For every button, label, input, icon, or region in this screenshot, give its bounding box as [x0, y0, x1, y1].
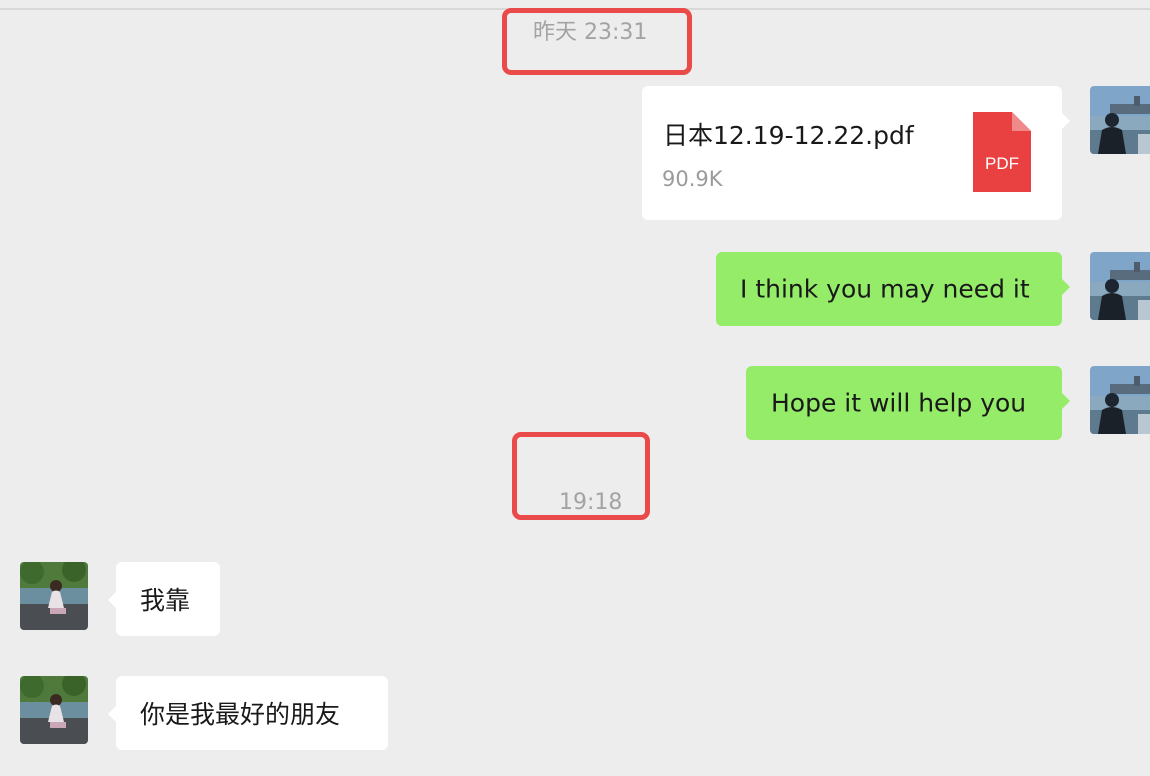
friend-avatar[interactable] [20, 676, 88, 744]
message-text: 我靠 [140, 586, 191, 615]
pdf-file-icon: PDF [973, 112, 1031, 192]
message-text: I think you may need it [740, 274, 1030, 304]
annotation-highlight-box [502, 8, 692, 75]
file-name: 日本12.19-12.22.pdf [663, 121, 914, 150]
incoming-message-bubble[interactable]: 你是我最好的朋友 [108, 676, 388, 750]
self-avatar[interactable] [1090, 252, 1150, 320]
message-text: Hope it will help you [771, 388, 1027, 418]
file-message-bubble[interactable]: 日本12.19-12.22.pdf 90.9K PDF [642, 86, 1070, 220]
file-size: 90.9K [662, 167, 723, 191]
outgoing-message-bubble[interactable]: I think you may need it [716, 252, 1070, 326]
self-avatar[interactable] [1090, 86, 1150, 154]
pdf-icon-label: PDF [985, 154, 1019, 173]
message-text: 你是我最好的朋友 [140, 700, 341, 729]
friend-avatar[interactable] [20, 562, 88, 630]
annotation-highlight-box [512, 432, 650, 520]
self-avatar[interactable] [1090, 366, 1150, 434]
outgoing-message-bubble[interactable]: Hope it will help you [746, 366, 1070, 440]
incoming-message-bubble[interactable]: 我靠 [108, 562, 220, 636]
